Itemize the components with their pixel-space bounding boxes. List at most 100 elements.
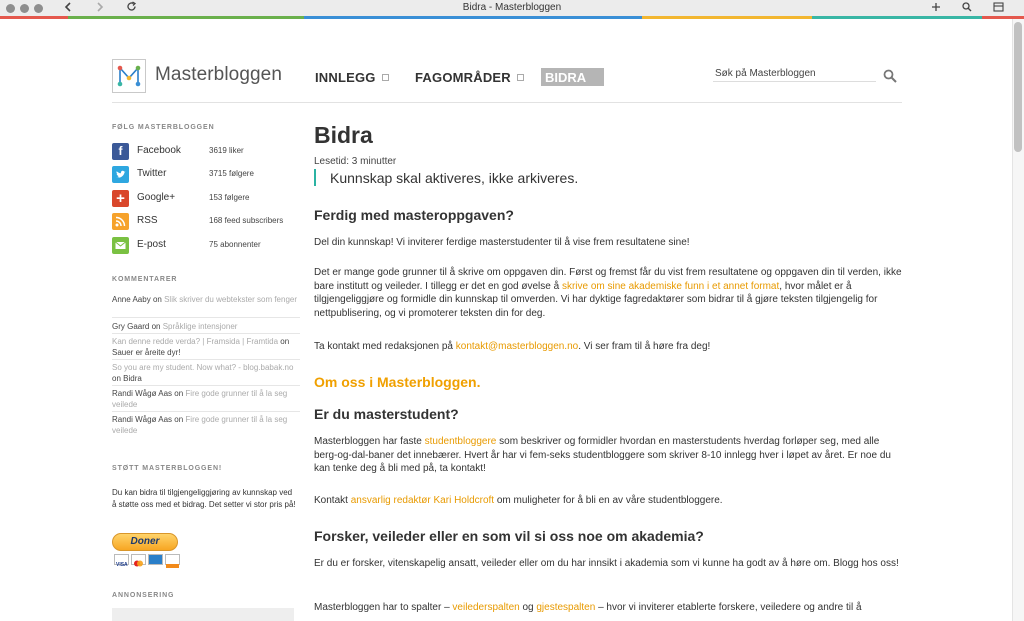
social-twitter[interactable]: Twitter 3715 følgere (112, 166, 302, 184)
link-studentbloggere[interactable]: studentbloggere (425, 436, 497, 447)
text: om muligheter for å bli en av våre stude… (494, 495, 723, 506)
paragraph: Masterbloggen har to spalter – veileders… (314, 601, 904, 615)
social-count: 75 abonnenter (209, 240, 261, 249)
comments-heading: KOMMENTARER (112, 276, 178, 283)
lead-accent-bar (314, 169, 316, 186)
comment-post[interactable]: Sauer er åreite dyr! (112, 348, 180, 357)
donate-button[interactable]: Doner (112, 533, 178, 551)
paragraph: Ta kontakt med redaksjonen på kontakt@ma… (314, 340, 904, 354)
social-name: Facebook (137, 145, 181, 156)
plus-icon (932, 3, 940, 11)
paragraph: Del din kunnskap! Vi inviterer ferdige m… (314, 237, 690, 248)
accent-bar-green (68, 16, 304, 19)
comment-post-link[interactable]: Språklige intensjoner (163, 322, 238, 331)
nav-item-fagomrader[interactable]: FAGOMRÅDER (415, 70, 524, 85)
nav-label: FAGOMRÅDER (415, 70, 511, 85)
facebook-icon: f (112, 143, 129, 160)
comment-item: So you are my student. Now what? - blog.… (112, 362, 297, 384)
page-title: Bidra (314, 122, 373, 148)
comment-item: Randi Wågø Aas on Fire gode grunner til … (112, 414, 297, 436)
expand-icon (381, 74, 389, 81)
social-count: 3715 følgere (209, 169, 254, 178)
comment-on: on (174, 415, 184, 424)
text: Kontakt (314, 495, 351, 506)
text: Masterbloggen har faste (314, 436, 425, 447)
social-name: Twitter (137, 168, 167, 179)
comment-on: on (112, 374, 121, 383)
comment-item: Gry Gaard on Språklige intensjoner (112, 321, 297, 332)
comment-author: Gry Gaard (112, 322, 150, 331)
follow-heading: FØLG MASTERBLOGGEN (112, 124, 215, 131)
text: Masterbloggen har to spalter – (314, 602, 453, 613)
comment-on: on (152, 295, 162, 304)
visa-card-icon: VISA (114, 554, 129, 568)
ad-heading: ANNONSERING (112, 592, 175, 599)
comment-author-link[interactable]: Kan denne redde verda? | Framsida | Fram… (112, 337, 278, 346)
social-count: 153 følgere (209, 193, 250, 202)
comment-author-link[interactable]: So you are my student. Now what? - blog.… (112, 363, 293, 372)
social-facebook[interactable]: f Facebook 3619 liker (112, 143, 302, 161)
amex-card-icon (148, 554, 163, 565)
google-plus-icon: + (112, 190, 129, 207)
comment-on: on (280, 337, 290, 346)
search-icon[interactable] (883, 69, 897, 83)
header-divider (112, 102, 902, 103)
search-icon (962, 2, 972, 12)
logo-icon[interactable] (112, 59, 146, 93)
text: og (519, 602, 537, 613)
link-gjestespalten[interactable]: gjestespalten (536, 602, 595, 613)
paragraph: Kontakt ansvarlig redaktør Kari Holdcrof… (314, 494, 904, 508)
heading-research: Forsker, veileder eller en som vil si os… (314, 528, 704, 544)
text: – hvor vi inviterer etablerte forskere, … (595, 602, 862, 613)
window-title: Bidra - Masterbloggen (462, 2, 562, 13)
nav-label: INNLEGG (315, 70, 376, 85)
rss-icon (112, 213, 129, 230)
comment-item: Anne Aaby on Slik skriver du webtekster … (112, 294, 297, 305)
social-rss[interactable]: RSS 168 feed subscribers (112, 213, 302, 231)
accent-bar-red (0, 16, 68, 19)
paragraph: Det er mange gode grunner til å skrive o… (314, 266, 904, 320)
divider (112, 385, 300, 386)
social-count: 168 feed subscribers (209, 216, 284, 225)
link-veilederspalten[interactable]: veilederspalten (452, 602, 519, 613)
comment-on: on (174, 389, 184, 398)
heading-student: Er du masterstudent? (314, 406, 459, 422)
social-count: 3619 liker (209, 146, 244, 155)
text: Ta kontakt med redaksjonen på (314, 341, 456, 352)
paragraph: Er du er forsker, vitenskapelig ansatt, … (314, 558, 899, 569)
ad-placeholder (112, 608, 294, 621)
comment-author: Anne Aaby (112, 295, 151, 304)
accent-bar-teal (812, 16, 982, 19)
comment-author: Randi Wågø Aas (112, 389, 173, 398)
social-google-plus[interactable]: + Google+ 153 følgere (112, 190, 302, 208)
expand-icon (516, 74, 524, 81)
new-tab-button[interactable] (928, 1, 944, 16)
email-link[interactable]: kontakt@masterbloggen.no (456, 341, 578, 352)
social-email[interactable]: E-post 75 abonnenter (112, 237, 302, 255)
scrollbar-thumb[interactable] (1014, 22, 1022, 152)
site-logo-text[interactable]: Masterbloggen (155, 64, 282, 86)
divider (112, 359, 300, 360)
comment-post[interactable]: Bidra (123, 374, 142, 383)
comment-author: Randi Wågø Aas (112, 415, 173, 424)
twitter-icon (112, 166, 129, 183)
support-heading: STØTT MASTERBLOGGEN! (112, 465, 223, 472)
comment-on: on (151, 322, 161, 331)
accent-bar-blue (304, 16, 642, 19)
paragraph: Masterbloggen har faste studentbloggere … (314, 435, 904, 476)
mastercard-icon (131, 554, 146, 567)
social-name: Google+ (137, 192, 176, 203)
divider (112, 333, 300, 334)
zoom-button[interactable] (959, 1, 975, 16)
comment-post-link[interactable]: Slik skriver du webtekster som fenger (164, 295, 297, 304)
accent-bar-yellow (642, 16, 812, 19)
search-input[interactable] (713, 66, 876, 82)
sidebar-button[interactable] (990, 1, 1006, 16)
nav-item-innlegg[interactable]: INNLEGG (315, 70, 389, 85)
link-akademiske-funn[interactable]: skrive om sine akademiske funn i et anne… (562, 281, 779, 292)
nav-item-bidra[interactable]: BIDRA (541, 68, 604, 86)
link-editor[interactable]: ansvarlig redaktør Kari Holdcroft (351, 495, 494, 506)
comment-item: Kan denne redde verda? | Framsida | Fram… (112, 336, 297, 358)
sidebar-icon (992, 2, 1004, 12)
text: . Vi ser fram til å høre fra deg! (578, 341, 711, 352)
